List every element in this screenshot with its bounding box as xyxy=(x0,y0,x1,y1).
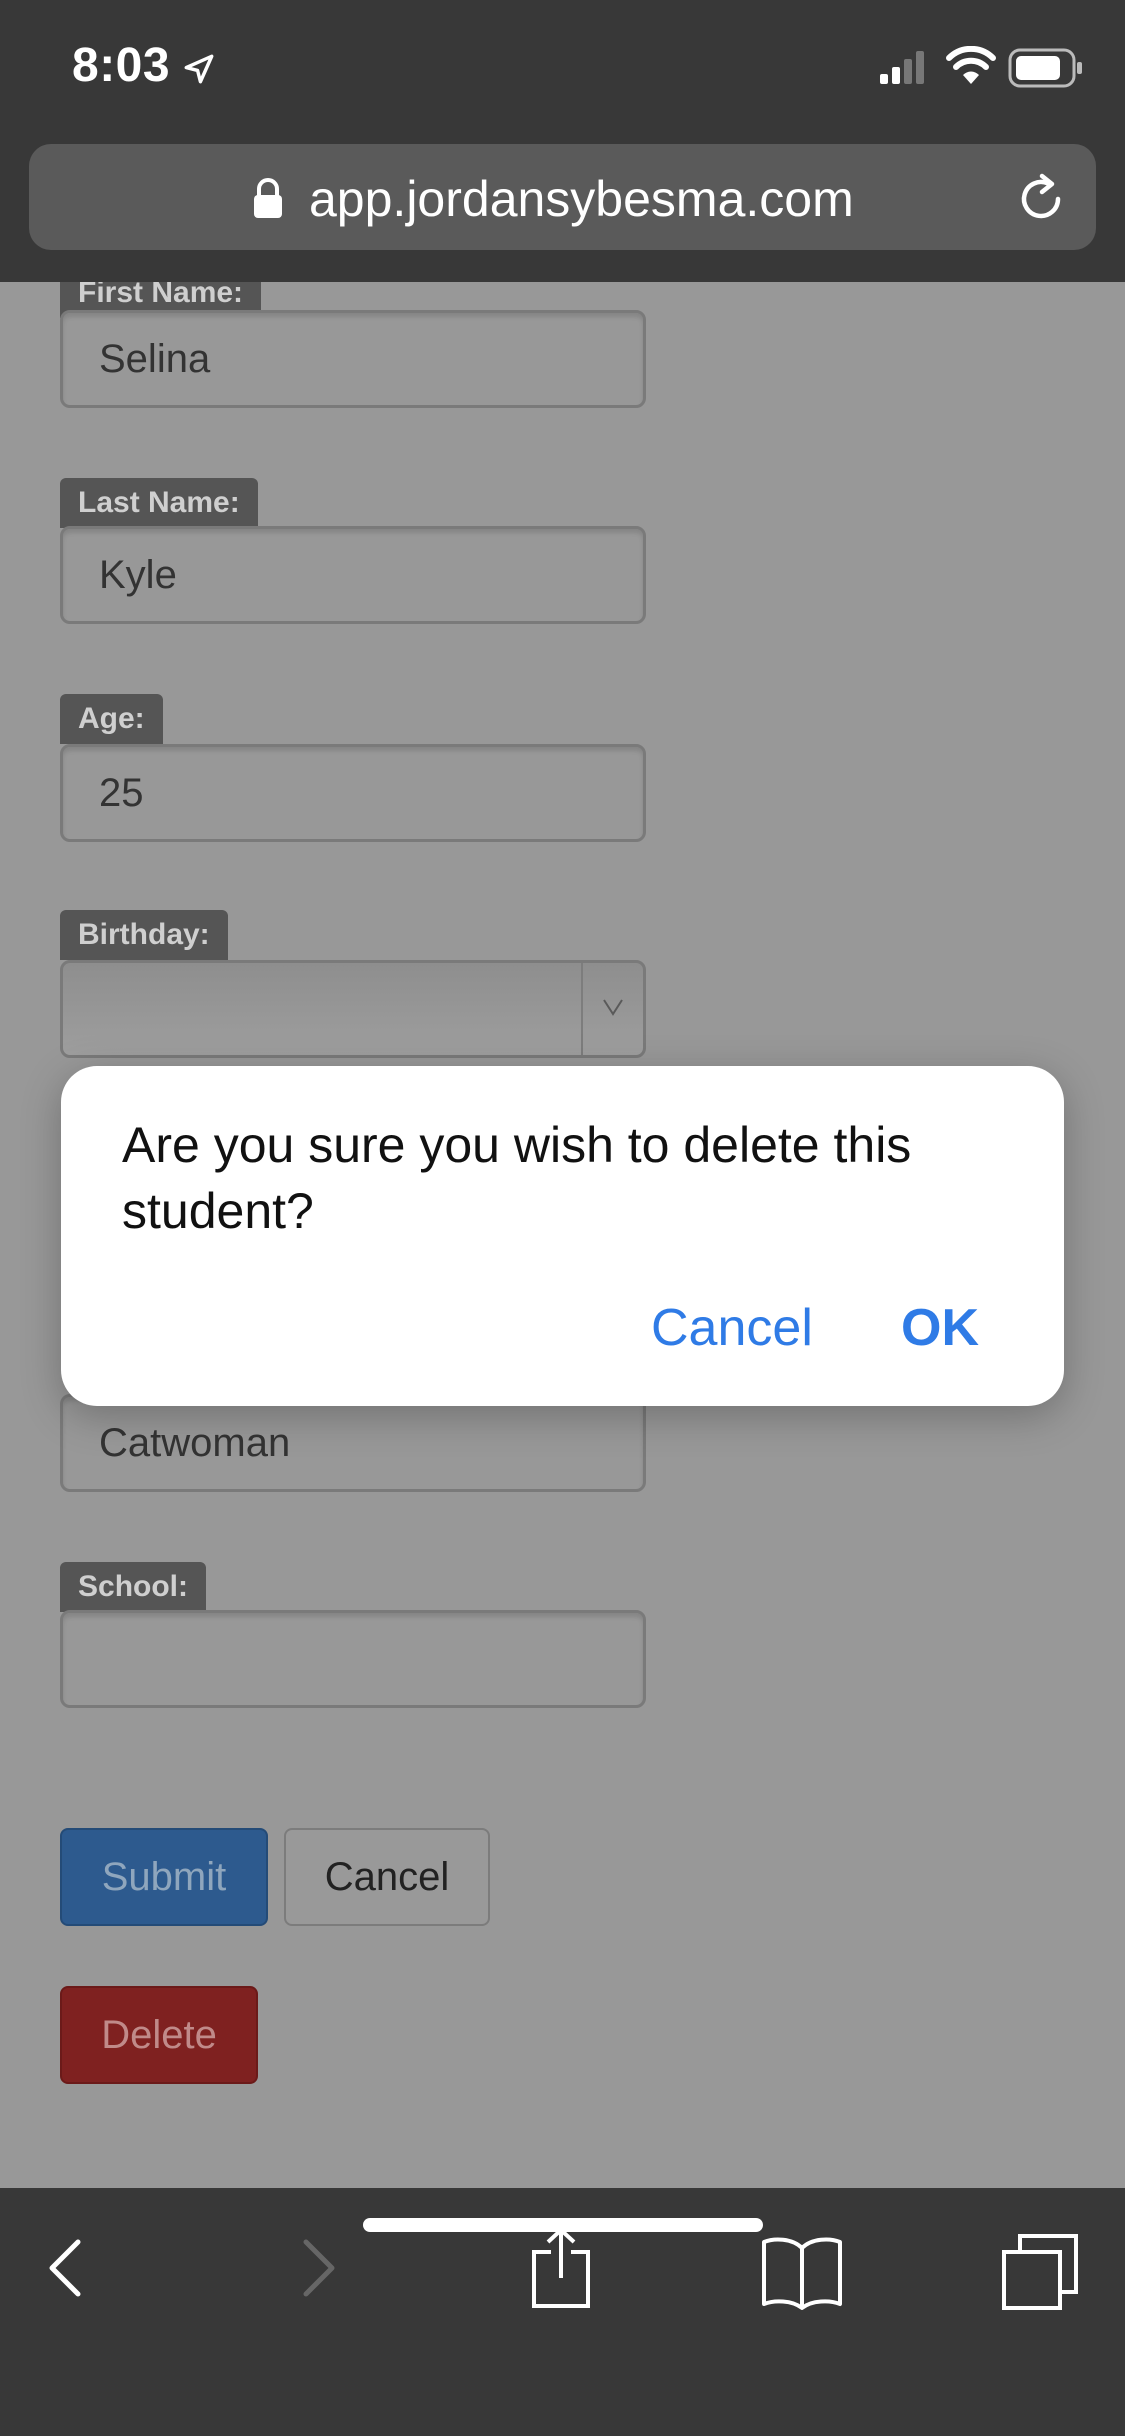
status-time: 8:03 xyxy=(72,39,171,92)
cellular-signal-icon xyxy=(880,51,924,84)
form-cancel-button[interactable]: Cancel xyxy=(284,1828,490,1926)
submit-button[interactable]: Submit xyxy=(60,1828,268,1926)
share-icon[interactable] xyxy=(528,2226,594,2310)
birthday-label: Birthday: xyxy=(60,910,228,960)
lock-icon xyxy=(254,178,282,218)
age-input[interactable]: 25 xyxy=(60,744,646,842)
browser-toolbar xyxy=(0,2188,1125,2436)
browser-header: app.jordansybesma.com xyxy=(0,140,1125,282)
first-name-input[interactable]: Selina xyxy=(60,310,646,408)
tabs-icon[interactable] xyxy=(1000,2232,1080,2312)
status-bar: 8:03 xyxy=(0,0,1125,140)
dialog-cancel-button[interactable]: Cancel xyxy=(651,1298,813,1358)
school-input[interactable] xyxy=(60,1610,646,1708)
delete-button[interactable]: Delete xyxy=(60,1986,258,2084)
reload-icon[interactable] xyxy=(1014,172,1068,226)
bookmarks-icon[interactable] xyxy=(760,2234,844,2310)
location-arrow-icon xyxy=(184,54,214,84)
chevron-down-icon xyxy=(603,999,623,1016)
forward-icon[interactable] xyxy=(296,2236,340,2300)
url-text: app.jordansybesma.com xyxy=(309,171,854,227)
confirm-dialog: Are you sure you wish to delete this stu… xyxy=(61,1066,1064,1406)
school-label: School: xyxy=(60,1562,206,1612)
back-icon[interactable] xyxy=(44,2236,88,2300)
age-label: Age: xyxy=(60,694,163,744)
address-bar[interactable]: app.jordansybesma.com xyxy=(29,144,1096,250)
home-indicator xyxy=(363,2218,763,2232)
birthday-dropdown-toggle[interactable] xyxy=(581,963,643,1055)
battery-icon xyxy=(1008,48,1082,88)
dialog-ok-button[interactable]: OK xyxy=(901,1298,979,1358)
alias-input[interactable]: Catwoman xyxy=(60,1394,646,1492)
last-name-input[interactable]: Kyle xyxy=(60,526,646,624)
wifi-icon xyxy=(946,46,996,84)
last-name-label: Last Name: xyxy=(60,478,258,528)
birthday-select[interactable] xyxy=(60,960,646,1058)
dialog-message: Are you sure you wish to delete this stu… xyxy=(122,1117,912,1239)
